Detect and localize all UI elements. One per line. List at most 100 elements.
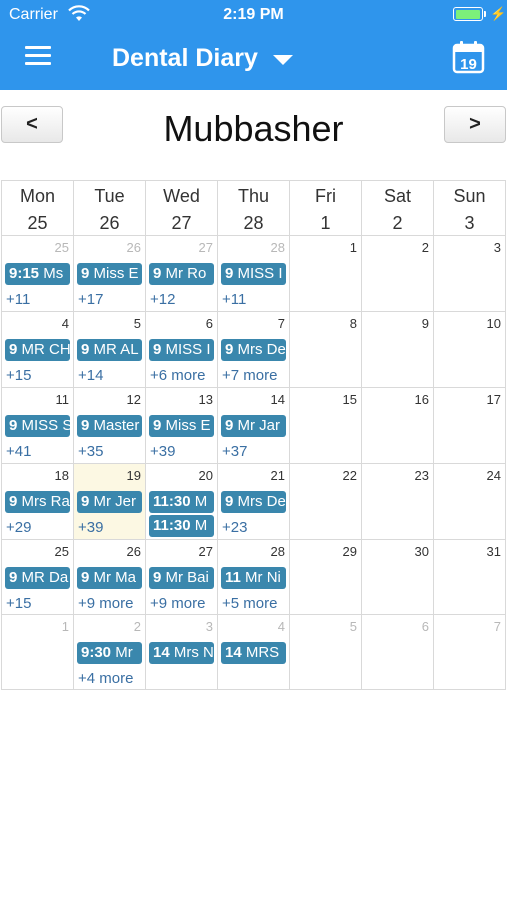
event-chip[interactable]: 14 Mrs N	[149, 642, 214, 664]
day-cell[interactable]: 12 9 Master +35	[74, 388, 146, 464]
more-events-link[interactable]: +15	[6, 367, 31, 384]
day-cell[interactable]: 20 11:30 M 11:30 M	[146, 464, 218, 540]
event-chip[interactable]: 9 Mrs De	[221, 339, 286, 361]
day-cell[interactable]: 27 9 Mr Bai +9 more	[146, 540, 218, 615]
day-cell[interactable]: 28 9 MISS I +11	[218, 236, 290, 312]
day-cell[interactable]: 27 9 Mr Ro +12	[146, 236, 218, 312]
more-events-link[interactable]: +9 more	[78, 595, 133, 612]
status-bar: Carrier 2:19 PM ⚡	[0, 0, 507, 30]
day-cell[interactable]: 13 9 Miss E +39	[146, 388, 218, 464]
event-chip[interactable]: 11:30 M	[149, 491, 214, 513]
next-month-button[interactable]: >	[444, 106, 506, 143]
event-chip[interactable]: 9 MR CH	[5, 339, 70, 361]
month-calendar: Mon 25 Tue 26 Wed 27 Thu 28 Fri 1 Sat 2 Sun 3 25 9:15 M…	[1, 180, 506, 690]
event-chip[interactable]: 9 Mr Jer	[77, 491, 142, 513]
more-events-link[interactable]: +9 more	[150, 595, 205, 612]
hamburger-menu-icon[interactable]	[25, 46, 51, 66]
day-number: 31	[486, 544, 501, 559]
day-cell[interactable]: 30	[362, 540, 434, 615]
day-cell[interactable]: 8	[290, 312, 362, 388]
day-cell[interactable]: 7 9 Mrs De +7 more	[218, 312, 290, 388]
event-chip[interactable]: 11 Mr Ni	[221, 567, 286, 589]
event-chip[interactable]: 9 MISS I	[149, 339, 214, 361]
event-chip[interactable]: 9 Miss E	[149, 415, 214, 437]
event-chip[interactable]: 9 Miss E	[77, 263, 142, 285]
more-events-link[interactable]: +39	[78, 519, 103, 536]
weekday-name: Tue	[94, 186, 125, 206]
event-chip[interactable]: 9 MISS S	[5, 415, 70, 437]
more-events-link[interactable]: +15	[6, 595, 31, 612]
more-events-link[interactable]: +37	[222, 443, 247, 460]
day-cell[interactable]: 7	[434, 615, 506, 690]
day-cell[interactable]: 6	[362, 615, 434, 690]
event-chip[interactable]: 9 MR Da	[5, 567, 70, 589]
more-events-link[interactable]: +11	[6, 291, 30, 308]
day-cell[interactable]: 22	[290, 464, 362, 540]
event-chip[interactable]: 9 Mr Jar	[221, 415, 286, 437]
day-number: 18	[54, 468, 69, 483]
more-events-link[interactable]: +6 more	[150, 367, 205, 384]
calendar-today-icon[interactable]: 19	[452, 40, 485, 74]
day-cell[interactable]: 4 9 MR CH +15	[1, 312, 74, 388]
event-chip[interactable]: 9:15 Ms	[5, 263, 70, 285]
day-cell[interactable]: 26 9 Miss E +17	[74, 236, 146, 312]
day-cell[interactable]: 24	[434, 464, 506, 540]
event-chip[interactable]: 9 Master	[77, 415, 142, 437]
day-cell[interactable]: 6 9 MISS I +6 more	[146, 312, 218, 388]
event-chip[interactable]: 9 Mr Ro	[149, 263, 214, 285]
day-cell[interactable]: 16	[362, 388, 434, 464]
day-cell[interactable]: 3	[434, 236, 506, 312]
day-cell[interactable]: 11 9 MISS S +41	[1, 388, 74, 464]
more-events-link[interactable]: +14	[78, 367, 103, 384]
event-chip[interactable]: 9 MR AL	[77, 339, 142, 361]
event-chip[interactable]: 9 Mrs Ra	[5, 491, 70, 513]
day-number: 4	[277, 619, 285, 634]
event-chip[interactable]: 9 Mr Bai	[149, 567, 214, 589]
more-events-link[interactable]: +35	[78, 443, 103, 460]
event-chip[interactable]: 14 MRS	[221, 642, 286, 664]
day-cell[interactable]: 14 9 Mr Jar +37	[218, 388, 290, 464]
day-cell[interactable]: 19 9 Mr Jer +39	[74, 464, 146, 540]
more-events-link[interactable]: +29	[6, 519, 31, 536]
day-number: 6	[205, 316, 213, 331]
day-cell[interactable]: 26 9 Mr Ma +9 more	[74, 540, 146, 615]
day-cell[interactable]: 10	[434, 312, 506, 388]
event-time: 14	[153, 644, 170, 661]
day-cell[interactable]: 2	[362, 236, 434, 312]
app-title[interactable]: Dental Diary	[112, 44, 258, 73]
day-cell[interactable]: 15	[290, 388, 362, 464]
more-events-link[interactable]: +23	[222, 519, 247, 536]
event-chip[interactable]: 9 Mrs De	[221, 491, 286, 513]
day-cell[interactable]: 31	[434, 540, 506, 615]
day-cell[interactable]: 17	[434, 388, 506, 464]
more-events-link[interactable]: +41	[6, 443, 31, 460]
more-events-link[interactable]: +7 more	[222, 367, 277, 384]
day-cell[interactable]: 25 9:15 Ms +11	[1, 236, 74, 312]
event-chip[interactable]: 9:30 Mr	[77, 642, 142, 664]
day-cell[interactable]: 9	[362, 312, 434, 388]
more-events-link[interactable]: +4 more	[78, 670, 133, 687]
more-events-link[interactable]: +17	[78, 291, 103, 308]
more-events-link[interactable]: +39	[150, 443, 175, 460]
day-cell[interactable]: 1	[290, 236, 362, 312]
day-cell[interactable]: 28 11 Mr Ni +5 more	[218, 540, 290, 615]
day-cell[interactable]: 18 9 Mrs Ra +29	[1, 464, 74, 540]
day-cell[interactable]: 23	[362, 464, 434, 540]
more-events-link[interactable]: +11	[222, 291, 246, 308]
chevron-down-icon[interactable]	[273, 55, 293, 65]
event-chip[interactable]: 9 Mr Ma	[77, 567, 142, 589]
day-cell[interactable]: 21 9 Mrs De +23	[218, 464, 290, 540]
day-cell[interactable]: 5 9 MR AL +14	[74, 312, 146, 388]
day-cell[interactable]: 3 14 Mrs N	[146, 615, 218, 690]
event-title: Mr Ro	[165, 265, 207, 282]
event-chip[interactable]: 9 MISS I	[221, 263, 286, 285]
day-cell[interactable]: 29	[290, 540, 362, 615]
more-events-link[interactable]: +12	[150, 291, 175, 308]
day-cell[interactable]: 25 9 MR Da +15	[1, 540, 74, 615]
more-events-link[interactable]: +5 more	[222, 595, 277, 612]
day-cell[interactable]: 5	[290, 615, 362, 690]
day-cell[interactable]: 4 14 MRS	[218, 615, 290, 690]
day-cell[interactable]: 1	[1, 615, 74, 690]
event-chip[interactable]: 11:30 M	[149, 515, 214, 537]
day-cell[interactable]: 2 9:30 Mr +4 more	[74, 615, 146, 690]
